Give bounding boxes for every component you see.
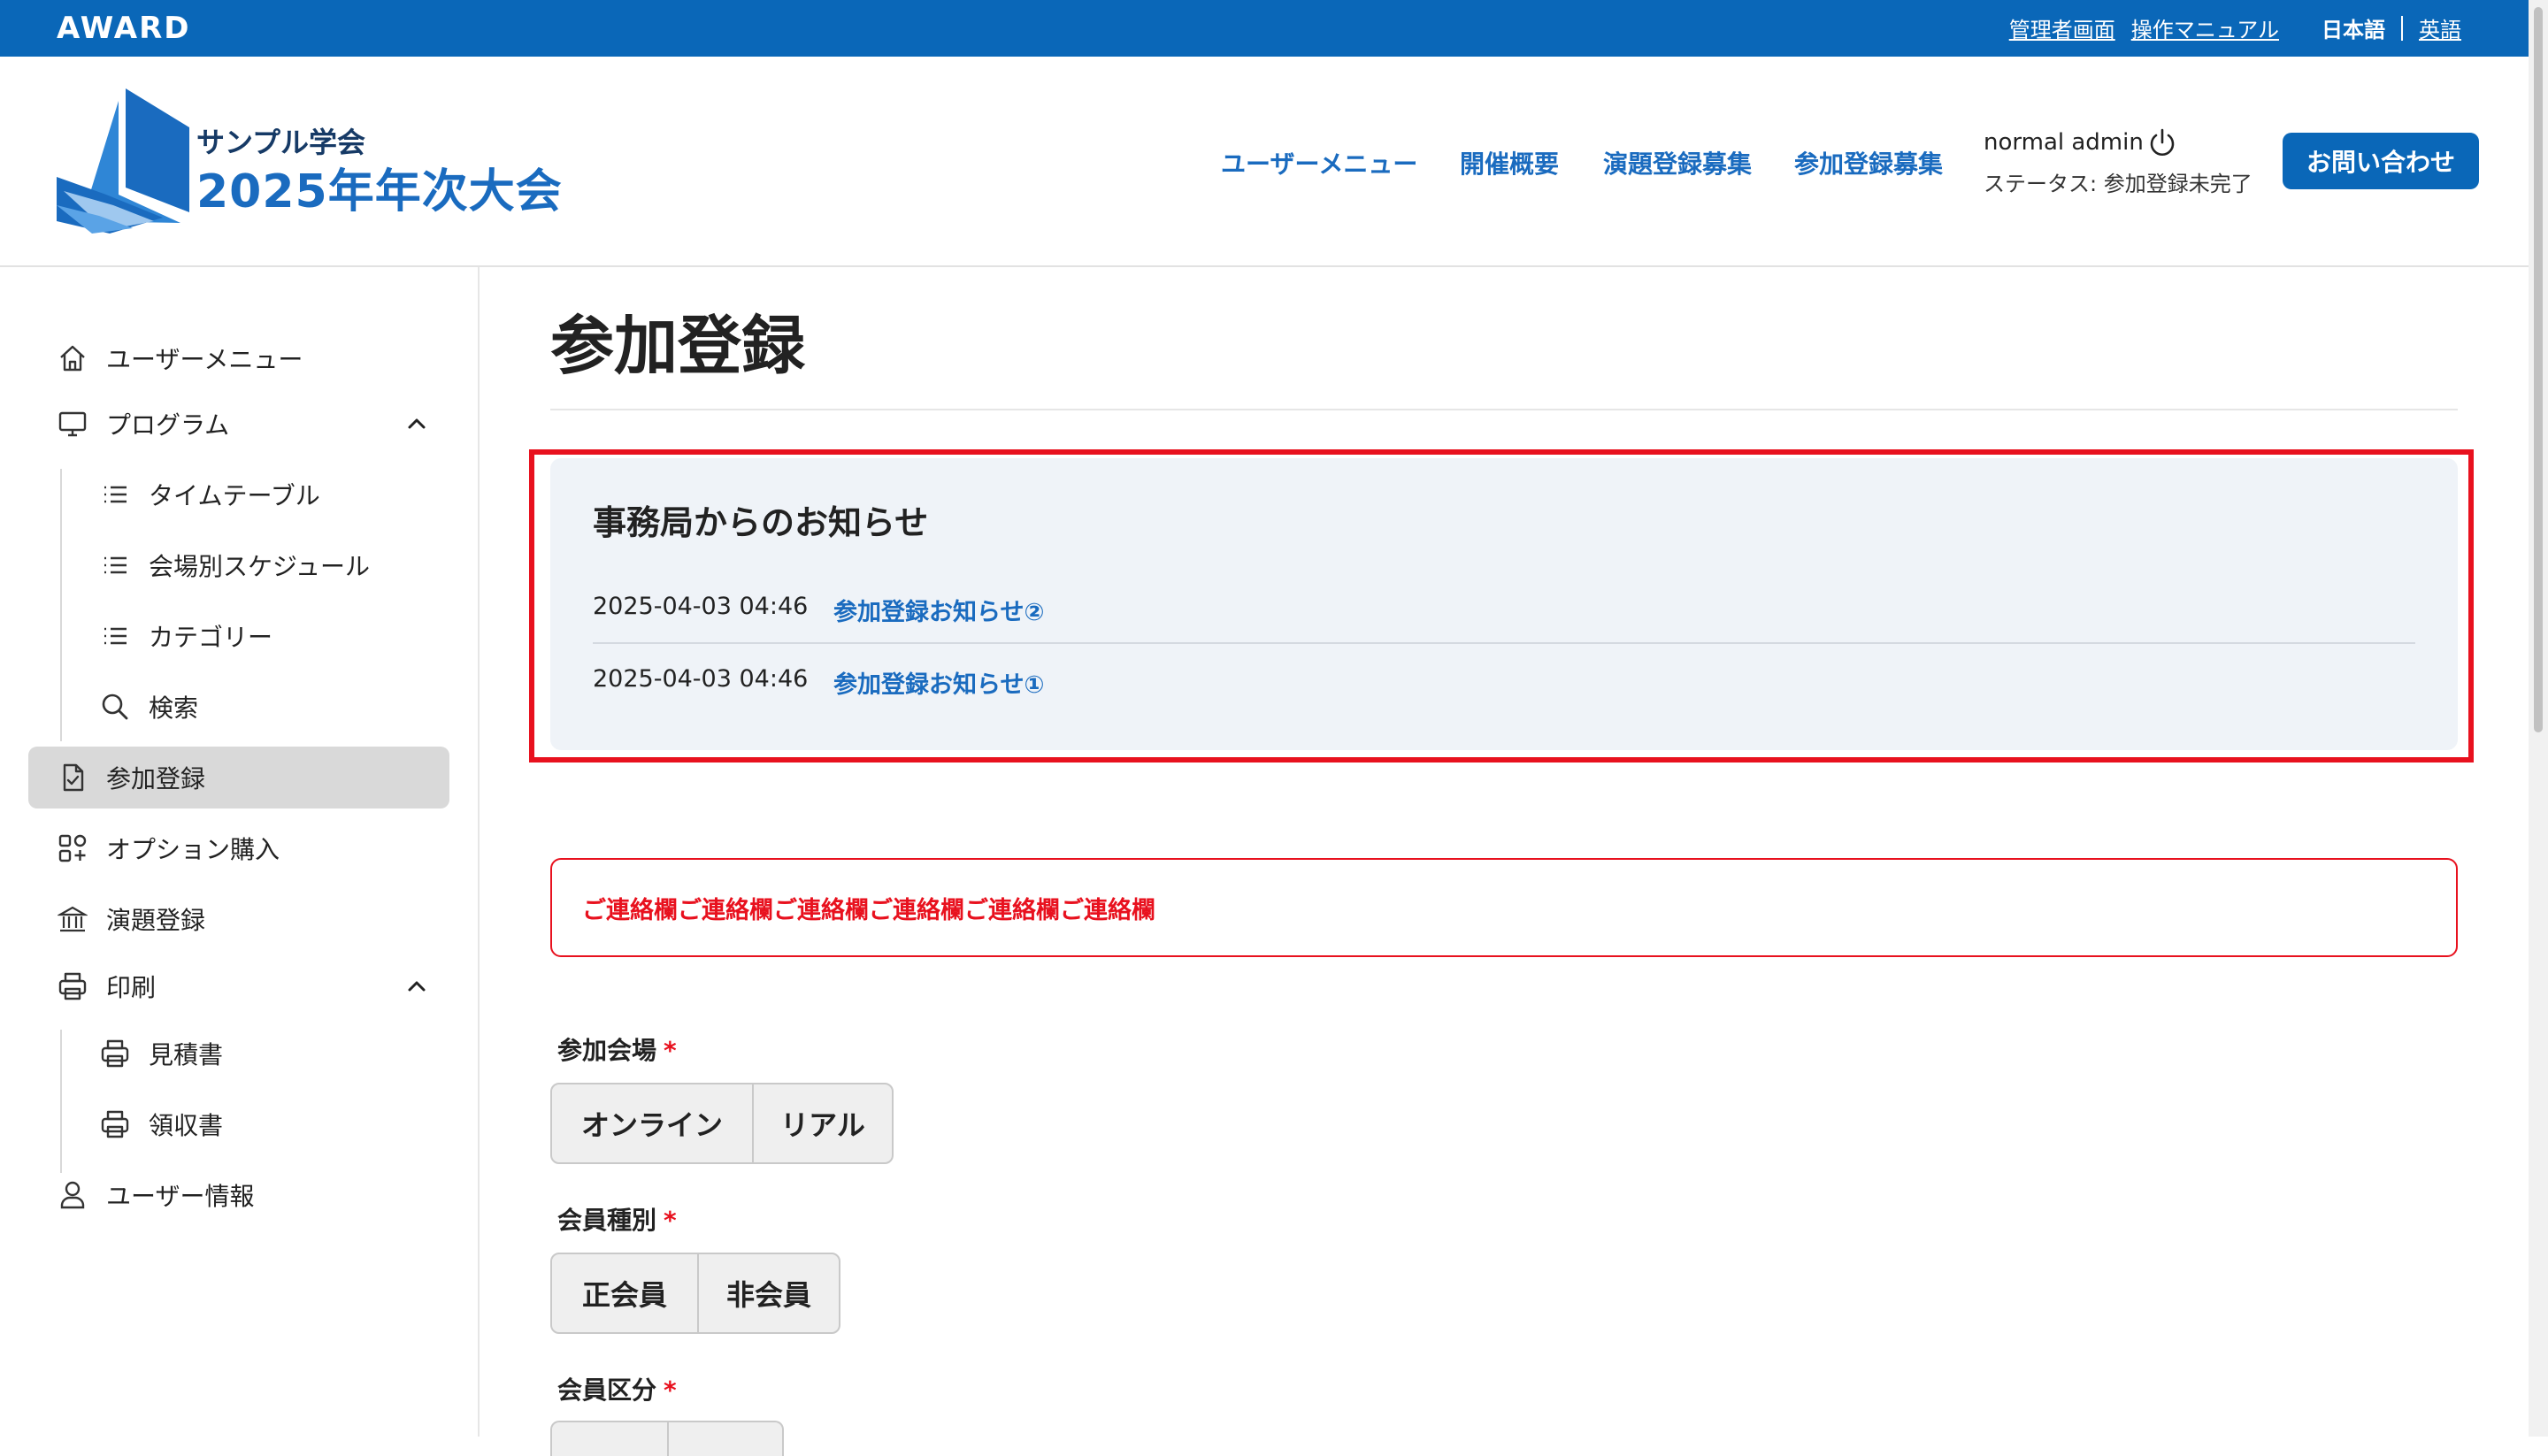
conference-logo-icon[interactable]	[57, 88, 189, 234]
contact-button[interactable]: お問い合わせ	[2283, 133, 2479, 189]
member-category-option[interactable]	[667, 1422, 782, 1456]
sidebar-item-receipt[interactable]: 領収書	[28, 1093, 449, 1155]
notice-title: 事務局からのお知らせ	[593, 503, 929, 542]
monitor-icon	[57, 408, 88, 440]
manual-link[interactable]: 操作マニュアル	[2131, 12, 2279, 43]
sidebar-item-label: 検索	[149, 694, 199, 723]
printer-icon	[99, 1108, 131, 1140]
member-category-segmented-control	[550, 1421, 784, 1456]
member-type-option-non-member[interactable]: 非会員	[697, 1254, 839, 1332]
member-type-segmented-control: 正会員 非会員	[550, 1253, 840, 1334]
sidebar-item-estimate[interactable]: 見積書	[28, 1023, 449, 1084]
title-divider	[550, 409, 2458, 410]
member-type-option-regular[interactable]: 正会員	[552, 1254, 697, 1332]
sidebar-item-category[interactable]: カテゴリー	[28, 605, 449, 667]
venue-option-real[interactable]: リアル	[752, 1084, 892, 1162]
user-icon	[57, 1179, 88, 1211]
sidebar-item-label: 領収書	[149, 1111, 224, 1140]
field-label-member-category: 会員区分 *	[557, 1371, 677, 1406]
lang-current[interactable]: 日本語	[2322, 12, 2385, 43]
sidebar: ユーザーメニュー プログラム タイムテーブル 会場別スケジュール カテゴリー 検…	[0, 267, 480, 1437]
sidebar-item-label: 見積書	[149, 1040, 224, 1069]
brand-logo[interactable]: AWARD	[57, 11, 190, 46]
nav-overview[interactable]: 開催概要	[1460, 145, 1559, 180]
list-icon	[99, 479, 131, 510]
notice-row: 2025-04-03 04:46 参加登録お知らせ①	[593, 665, 1044, 700]
field-label-text: 会員種別	[557, 1206, 657, 1235]
member-category-option[interactable]	[552, 1422, 667, 1456]
sidebar-item-timetable[interactable]: タイムテーブル	[28, 464, 449, 525]
nav-registration-call[interactable]: 参加登録募集	[1794, 145, 1943, 180]
user-name: normal admin	[1984, 129, 2144, 156]
logo-title: 2025年年次大会	[196, 165, 563, 218]
printer-icon	[99, 1038, 131, 1069]
notice-date: 2025-04-03 04:46	[593, 665, 809, 693]
notice-row: 2025-04-03 04:46 参加登録お知らせ②	[593, 593, 1044, 627]
field-label-text: 参加会場	[557, 1036, 657, 1065]
notice-date: 2025-04-03 04:46	[593, 593, 809, 620]
sidebar-item-label: 会場別スケジュール	[149, 552, 371, 581]
sidebar-item-label: オプション購入	[106, 835, 280, 864]
sidebar-item-label: ユーザーメニュー	[106, 345, 303, 374]
user-status: ステータス: 参加登録未完了	[1984, 172, 2253, 196]
notice-link[interactable]: 参加登録お知らせ②	[833, 593, 1044, 627]
field-label-member-type: 会員種別 *	[557, 1201, 677, 1237]
sidebar-item-user-menu[interactable]: ユーザーメニュー	[28, 327, 449, 389]
sidebar-item-search[interactable]: 検索	[28, 676, 449, 738]
page-title: 参加登録	[550, 309, 806, 383]
field-label-venue: 参加会場 *	[557, 1031, 677, 1067]
top-bar: AWARD 管理者画面 操作マニュアル 日本語 英語	[0, 0, 2529, 57]
sidebar-item-registration[interactable]: 参加登録	[28, 747, 449, 808]
sidebar-item-abstract[interactable]: 演題登録	[28, 888, 449, 950]
building-icon	[57, 903, 88, 935]
site-header: サンプル学会 2025年年次大会 ユーザーメニュー 開催概要 演題登録募集 参加…	[0, 57, 2529, 267]
logout-power-icon[interactable]	[2146, 127, 2178, 159]
document-check-icon	[57, 762, 88, 793]
notice-divider	[593, 642, 2415, 644]
sidebar-item-label: 演題登録	[106, 906, 206, 935]
sidebar-item-option-purchase[interactable]: オプション購入	[28, 817, 449, 879]
contact-note-text: ご連絡欄ご連絡欄ご連絡欄ご連絡欄ご連絡欄ご連絡欄	[582, 896, 1155, 924]
chevron-up-icon[interactable]	[405, 975, 428, 998]
printer-icon	[57, 970, 88, 1002]
list-icon	[99, 549, 131, 581]
search-icon	[99, 691, 131, 723]
nav-abstract-call[interactable]: 演題登録募集	[1603, 145, 1752, 180]
sidebar-item-label: 参加登録	[106, 764, 206, 793]
venue-option-online[interactable]: オンライン	[552, 1084, 752, 1162]
sidebar-item-print[interactable]: 印刷	[28, 955, 449, 1017]
sidebar-item-label: カテゴリー	[149, 623, 273, 652]
sidebar-item-program[interactable]: プログラム	[28, 393, 449, 455]
required-mark: *	[664, 1036, 677, 1065]
required-mark: *	[664, 1376, 677, 1405]
home-icon	[57, 342, 88, 374]
sidebar-item-venue-schedule[interactable]: 会場別スケジュール	[28, 534, 449, 596]
list-icon	[99, 620, 131, 652]
nav-user-menu[interactable]: ユーザーメニュー	[1221, 145, 1417, 180]
lang-separator	[2401, 15, 2403, 41]
sidebar-item-user-info[interactable]: ユーザー情報	[28, 1164, 449, 1226]
sidebar-item-label: 印刷	[106, 973, 157, 1002]
field-label-text: 会員区分	[557, 1376, 657, 1405]
apps-add-icon	[57, 832, 88, 864]
sidebar-item-label: ユーザー情報	[106, 1182, 255, 1211]
notice-link[interactable]: 参加登録お知らせ①	[833, 665, 1044, 700]
chevron-up-icon[interactable]	[405, 412, 428, 435]
lang-english-link[interactable]: 英語	[2419, 12, 2461, 43]
sidebar-item-label: タイムテーブル	[149, 481, 320, 510]
sidebar-item-label: プログラム	[106, 410, 230, 440]
required-mark: *	[664, 1206, 677, 1235]
contact-note-box: ご連絡欄ご連絡欄ご連絡欄ご連絡欄ご連絡欄ご連絡欄	[550, 858, 2458, 957]
top-links: 管理者画面 操作マニュアル 日本語 英語	[1993, 12, 2461, 43]
scrollbar-thumb[interactable]	[2534, 7, 2543, 732]
venue-segmented-control: オンライン リアル	[550, 1083, 894, 1164]
admin-screen-link[interactable]: 管理者画面	[2009, 12, 2115, 43]
